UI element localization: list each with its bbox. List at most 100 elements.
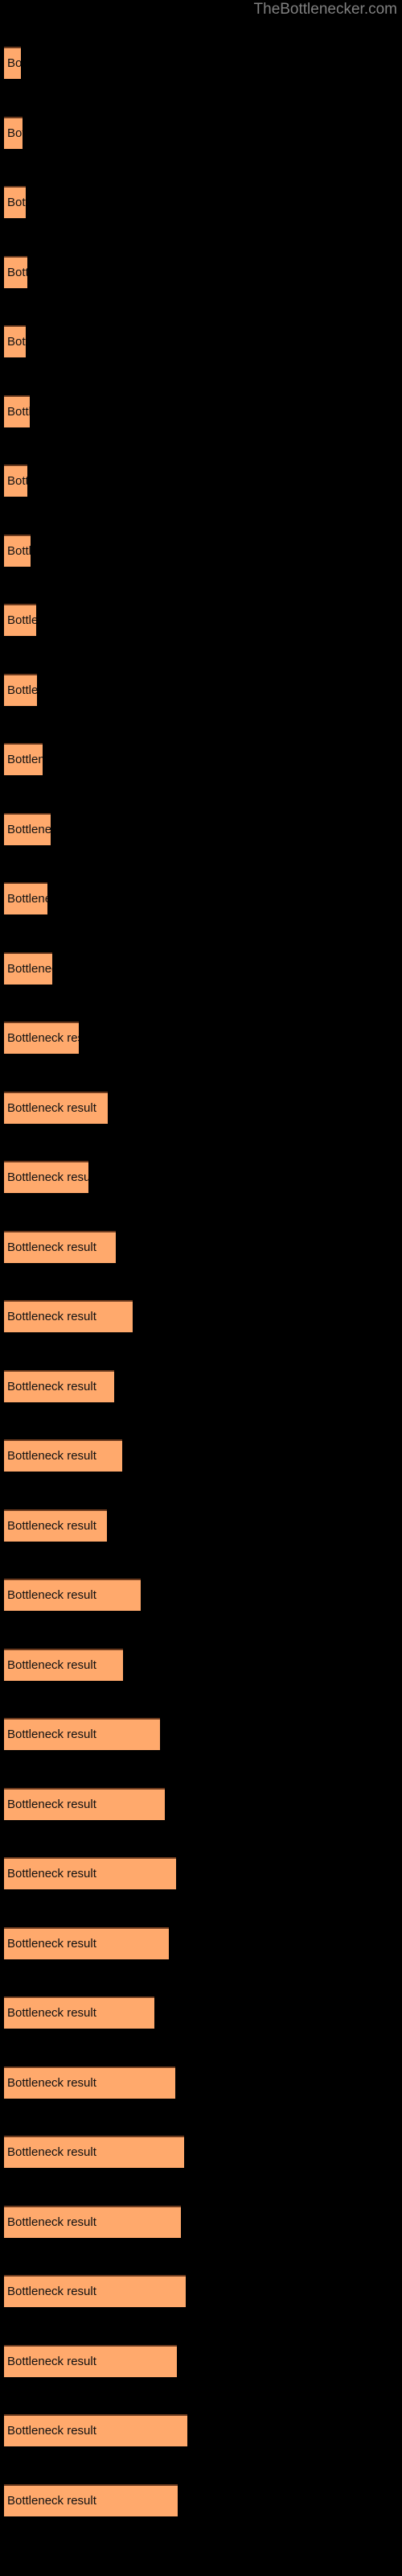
bar-clip: Bottleneck result xyxy=(4,1926,169,1959)
bar-row: Bottleneck result xyxy=(0,2483,402,2516)
bar-rect[interactable]: Bottleneck result xyxy=(4,1369,114,1402)
bar-clip: Bottleneck result xyxy=(4,1161,88,1193)
bar-label: Bottleneck result xyxy=(7,753,43,766)
bar-label: Bottleneck result xyxy=(7,2285,96,2298)
bar-row: Bottleneck result xyxy=(0,2414,402,2446)
bar-clip: Bottleneck result xyxy=(4,1369,114,1402)
bar-rect[interactable]: Bottleneck result xyxy=(4,1091,108,1124)
bar-row: Bottleneck result xyxy=(0,116,402,149)
bar-clip: Bottleneck result xyxy=(4,1300,133,1332)
bar-rect[interactable]: Bottleneck result xyxy=(4,186,26,218)
bar-label: Bottleneck result xyxy=(7,1797,96,1811)
bar-row: Bottleneck result xyxy=(0,2205,402,2238)
bar-rect[interactable]: Bottleneck result xyxy=(4,325,26,357)
bar-label: Bottleneck result xyxy=(7,1657,96,1672)
bar-rect[interactable]: Bottleneck result xyxy=(4,255,27,288)
bar-clip: Bottleneck result xyxy=(4,325,26,357)
bar-row: Bottleneck result xyxy=(0,1926,402,1959)
bar-rect[interactable]: Bottleneck result xyxy=(4,1926,169,1959)
bar-clip: Bottleneck result xyxy=(4,1718,160,1750)
bar-row: Bottleneck result xyxy=(0,1300,402,1332)
bar-label: Bottleneck result xyxy=(7,543,31,558)
bar-rect[interactable]: Bottleneck result xyxy=(4,2136,184,2168)
bar-clip: Bottleneck result xyxy=(4,394,30,427)
bar-row: Bottleneck result xyxy=(0,534,402,567)
bar-row: Bottleneck result xyxy=(0,2066,402,2099)
bar-rect[interactable]: Bottleneck result xyxy=(4,464,27,497)
bar-rect[interactable]: Bottleneck result xyxy=(4,2414,187,2446)
bar-clip: Bottleneck result xyxy=(4,812,51,845)
bar-label: Bottleneck result xyxy=(7,1728,96,1741)
bar-rect[interactable]: Bottleneck result xyxy=(4,394,30,427)
bar-row: Bottleneck result xyxy=(0,1857,402,1889)
bar-label: Bottleneck result xyxy=(7,196,26,209)
bar-label: Bottleneck result xyxy=(7,1240,96,1254)
bar-clip: Bottleneck result xyxy=(4,1996,154,2029)
bar-clip: Bottleneck result xyxy=(4,952,52,985)
bar-rect[interactable]: Bottleneck result xyxy=(4,1996,154,2029)
bar-rect[interactable]: Bottleneck result xyxy=(4,673,37,706)
bar-label: Bottleneck result xyxy=(7,1379,96,1393)
bar-label: Bottleneck result xyxy=(7,474,27,488)
bar-clip: Bottleneck result xyxy=(4,2483,178,2516)
bar-rect[interactable]: Bottleneck result xyxy=(4,116,23,149)
bar-clip: Bottleneck result xyxy=(4,186,26,218)
bar-rect[interactable]: Bottleneck result xyxy=(4,1718,160,1750)
bar-row: Bottleneck result xyxy=(0,1787,402,1820)
bar-label: Bottleneck result xyxy=(7,892,47,906)
bar-label: Bottleneck result xyxy=(7,683,37,697)
bar-label: Bottleneck result xyxy=(7,2424,96,2438)
bar-rect[interactable]: Bottleneck result xyxy=(4,812,51,845)
bar-rect[interactable]: Bottleneck result xyxy=(4,47,21,79)
bar-rect[interactable]: Bottleneck result xyxy=(4,1579,141,1611)
bar-clip: Bottleneck result xyxy=(4,1439,122,1472)
bar-rect[interactable]: Bottleneck result xyxy=(4,2066,175,2099)
bar-rect[interactable]: Bottleneck result xyxy=(4,604,36,636)
bar-clip: Bottleneck result xyxy=(4,882,47,914)
bar-label: Bottleneck result xyxy=(7,1867,96,1880)
bar-rect[interactable]: Bottleneck result xyxy=(4,1230,116,1263)
bar-rect[interactable]: Bottleneck result xyxy=(4,1300,133,1332)
bar-clip: Bottleneck result xyxy=(4,1230,116,1263)
bar-rect[interactable]: Bottleneck result xyxy=(4,952,52,985)
bar-clip: Bottleneck result xyxy=(4,673,37,706)
bar-rect[interactable]: Bottleneck result xyxy=(4,882,47,914)
bar-row: Bottleneck result xyxy=(0,2344,402,2377)
bar-row: Bottleneck result xyxy=(0,1996,402,2029)
bar-rect[interactable]: Bottleneck result xyxy=(4,1161,88,1193)
bar-label: Bottleneck result xyxy=(7,822,51,836)
bar-rect[interactable]: Bottleneck result xyxy=(4,1439,122,1472)
bar-label: Bottleneck result xyxy=(7,1518,96,1533)
bar-clip: Bottleneck result xyxy=(4,255,27,288)
bar-rect[interactable]: Bottleneck result xyxy=(4,743,43,775)
bar-label: Bottleneck result xyxy=(7,1936,96,1951)
bar-clip: Bottleneck result xyxy=(4,47,21,79)
bar-row: Bottleneck result xyxy=(0,394,402,427)
bar-rect[interactable]: Bottleneck result xyxy=(4,2275,186,2307)
bar-label: Bottleneck result xyxy=(7,2145,96,2159)
bar-rect[interactable]: Bottleneck result xyxy=(4,1509,107,1542)
bar-row: Bottleneck result xyxy=(0,952,402,985)
bar-rect[interactable]: Bottleneck result xyxy=(4,1787,165,1820)
bar-rect[interactable]: Bottleneck result xyxy=(4,1857,176,1889)
bar-label: Bottleneck result xyxy=(7,1170,88,1184)
bar-rect[interactable]: Bottleneck result xyxy=(4,2344,177,2377)
bar-rect[interactable]: Bottleneck result xyxy=(4,2483,178,2516)
bar-rect[interactable]: Bottleneck result xyxy=(4,1022,79,1054)
bar-clip: Bottleneck result xyxy=(4,1579,141,1611)
bar-label: Bottleneck result xyxy=(7,1449,96,1463)
bar-clip: Bottleneck result xyxy=(4,604,36,636)
bar-row: Bottleneck result xyxy=(0,1439,402,1472)
bar-clip: Bottleneck result xyxy=(4,2275,186,2307)
bar-clip: Bottleneck result xyxy=(4,2205,181,2238)
bar-clip: Bottleneck result xyxy=(4,2414,187,2446)
bar-rect[interactable]: Bottleneck result xyxy=(4,534,31,567)
bar-rect[interactable]: Bottleneck result xyxy=(4,1648,123,1681)
bar-rect[interactable]: Bottleneck result xyxy=(4,2205,181,2238)
bar-label: Bottleneck result xyxy=(7,56,21,70)
bar-row: Bottleneck result xyxy=(0,1648,402,1681)
bar-clip: Bottleneck result xyxy=(4,1022,79,1054)
bar-row: Bottleneck result xyxy=(0,1230,402,1263)
bar-row: Bottleneck result xyxy=(0,325,402,357)
bar-label: Bottleneck result xyxy=(7,404,30,419)
